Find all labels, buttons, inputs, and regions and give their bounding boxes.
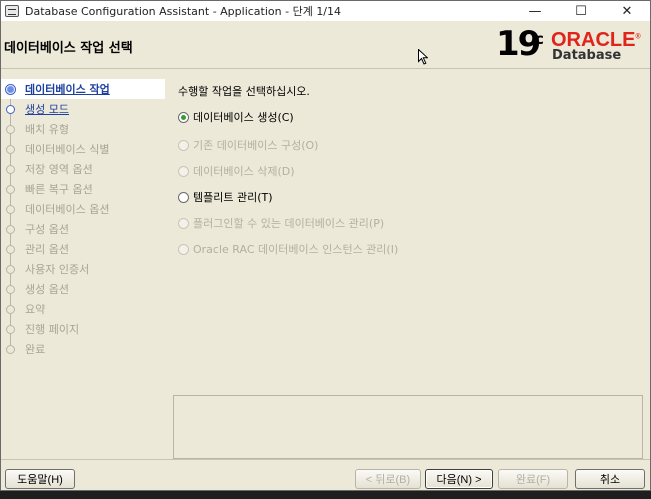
page-title: 데이터베이스 작업 선택 (4, 41, 133, 56)
task-option-label: 템플리트 관리(T) (193, 191, 273, 204)
task-option[interactable]: 기존 데이터베이스 구성(O) (178, 137, 318, 153)
dbca-window: Database Configuration Assistant - Appli… (0, 0, 651, 491)
task-option[interactable]: 템플리트 관리(T) (178, 189, 273, 205)
radio-unselected-icon[interactable] (178, 165, 189, 177)
close-button[interactable]: ✕ (604, 1, 650, 21)
minimize-button[interactable]: — (512, 1, 558, 21)
sidebar-step-label: 관리 옵션 (25, 243, 69, 256)
step-status-icon (6, 225, 15, 234)
finish-button[interactable]: 완료(F) (498, 469, 568, 489)
sidebar-step: 관리 옵션 (1, 239, 166, 259)
step-status-icon (6, 325, 15, 334)
sidebar-step-label: 구성 옵션 (25, 223, 69, 236)
page-header: 데이터베이스 작업 선택 19 c ORACLE® Database (1, 21, 650, 69)
sidebar-step-label: 배치 유형 (25, 123, 69, 136)
task-option-label: 데이터베이스 삭제(D) (193, 165, 295, 178)
sidebar-step-label: 빠른 복구 옵션 (25, 183, 93, 196)
sidebar-step: 완료 (1, 339, 166, 359)
sidebar-step-label: 데이터베이스 식별 (25, 143, 110, 156)
sidebar-step-label: 생성 모드 (25, 103, 69, 116)
footer-divider (1, 459, 650, 460)
radio-unselected-icon[interactable] (178, 191, 189, 203)
step-status-icon (6, 345, 15, 354)
sidebar-step-label: 데이터베이스 작업 (25, 83, 110, 96)
task-option[interactable]: 데이터베이스 생성(C) (178, 109, 294, 125)
window-title: Database Configuration Assistant - Appli… (25, 5, 342, 18)
oracle-product-name: Database (552, 48, 622, 63)
radio-unselected-icon[interactable] (178, 243, 189, 255)
app-icon (5, 5, 19, 17)
task-option[interactable]: 데이터베이스 삭제(D) (178, 163, 295, 179)
radio-selected-icon[interactable] (178, 111, 189, 123)
sidebar-step: 저장 영역 옵션 (1, 159, 166, 179)
step-status-icon (6, 245, 15, 254)
cancel-button[interactable]: 취소 (575, 469, 645, 489)
sidebar-step-label: 진행 페이지 (25, 323, 80, 336)
details-panel (173, 395, 643, 459)
instruction-text: 수행할 작업을 선택하십시오. (178, 85, 310, 98)
oracle-version: 19 (496, 24, 541, 64)
sidebar-step-label: 생성 옵션 (25, 283, 69, 296)
mouse-cursor-icon (418, 49, 428, 65)
maximize-button[interactable]: ☐ (558, 1, 604, 21)
step-status-icon (6, 105, 15, 114)
sidebar-step: 생성 옵션 (1, 279, 166, 299)
sidebar-step-label: 요약 (25, 303, 46, 316)
step-status-icon (6, 145, 15, 154)
title-bar: Database Configuration Assistant - Appli… (1, 1, 650, 21)
radio-unselected-icon[interactable] (178, 217, 189, 229)
step-status-icon (5, 84, 16, 95)
task-option-label: 기존 데이터베이스 구성(O) (193, 139, 319, 152)
sidebar-step-label: 저장 영역 옵션 (25, 163, 93, 176)
step-status-icon (6, 205, 15, 214)
back-button[interactable]: < 뒤로(B) (355, 469, 421, 489)
task-option-label: 데이터베이스 생성(C) (193, 111, 294, 124)
next-button[interactable]: 다음(N) > (425, 469, 493, 489)
oracle-version-suffix: c (535, 30, 544, 48)
main-content: 수행할 작업을 선택하십시오. 데이터베이스 생성(C) 기존 데이터베이스 구성… (168, 79, 648, 461)
sidebar-step[interactable]: 데이터베이스 작업 (1, 79, 165, 99)
task-option[interactable]: Oracle RAC 데이터베이스 인스턴스 관리(I) (178, 241, 398, 257)
radio-unselected-icon[interactable] (178, 139, 189, 151)
sidebar-step-label: 사용자 인증서 (25, 263, 90, 276)
sidebar-step: 데이터베이스 옵션 (1, 199, 166, 219)
step-status-icon (6, 285, 15, 294)
sidebar-step-label: 데이터베이스 옵션 (25, 203, 110, 216)
step-status-icon (6, 305, 15, 314)
help-button[interactable]: 도움말(H) (5, 469, 75, 489)
step-navigator: 데이터베이스 작업생성 모드배치 유형데이터베이스 식별저장 영역 옵션빠른 복… (1, 79, 166, 459)
sidebar-step: 요약 (1, 299, 166, 319)
step-status-icon (6, 265, 15, 274)
sidebar-step: 구성 옵션 (1, 219, 166, 239)
step-status-icon (6, 185, 15, 194)
step-status-icon (6, 125, 15, 134)
step-status-icon (6, 165, 15, 174)
sidebar-step: 빠른 복구 옵션 (1, 179, 166, 199)
sidebar-step[interactable]: 생성 모드 (1, 99, 166, 119)
taskbar-strip (0, 491, 651, 499)
task-option[interactable]: 플러그인할 수 있는 데이터베이스 관리(P) (178, 215, 384, 231)
sidebar-step: 진행 페이지 (1, 319, 166, 339)
sidebar-step: 배치 유형 (1, 119, 166, 139)
sidebar-step: 데이터베이스 식별 (1, 139, 166, 159)
sidebar-step-label: 완료 (25, 343, 46, 356)
task-option-label: Oracle RAC 데이터베이스 인스턴스 관리(I) (193, 243, 399, 256)
sidebar-step: 사용자 인증서 (1, 259, 166, 279)
task-option-label: 플러그인할 수 있는 데이터베이스 관리(P) (193, 217, 385, 230)
